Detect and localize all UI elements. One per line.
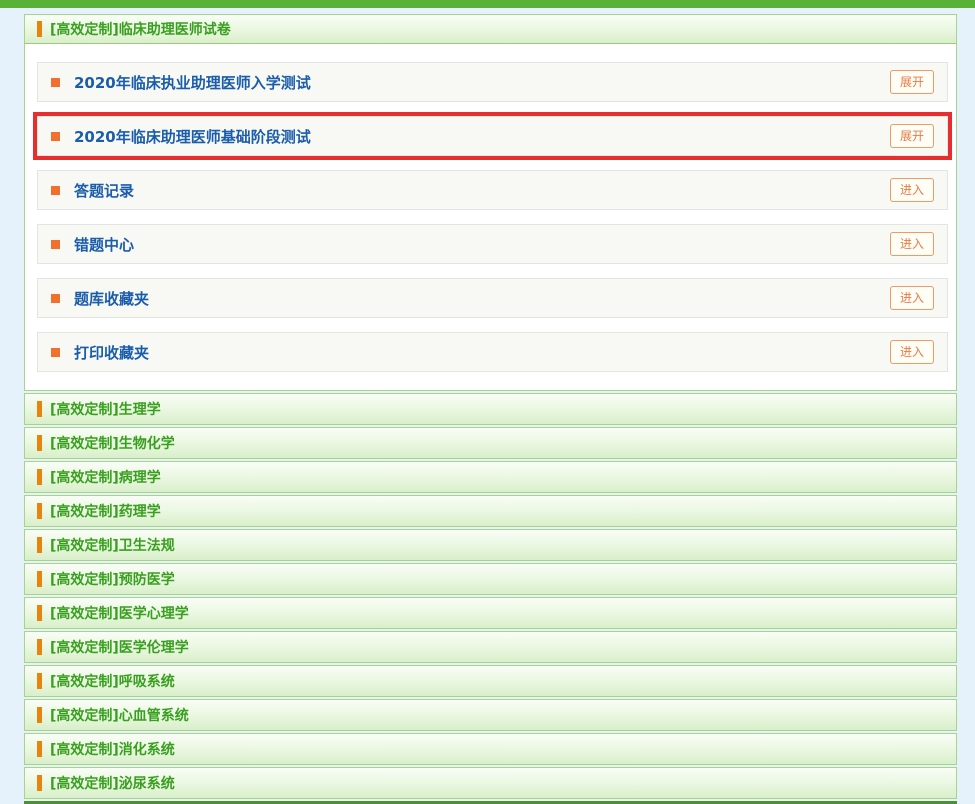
bullet-icon	[51, 348, 60, 357]
section-title: [高效定制]消化系统	[50, 739, 175, 759]
section-title: [高效定制]药理学	[50, 501, 161, 521]
section-title: [高效定制]卫生法规	[50, 535, 175, 555]
list-item-link[interactable]: 题库收藏夹	[74, 288, 149, 309]
accordion-header[interactable]: [高效定制]消化系统	[24, 733, 957, 765]
orange-marker-icon	[37, 741, 42, 757]
section-title: [高效定制]医学心理学	[50, 603, 189, 623]
orange-marker-icon	[37, 673, 42, 689]
accordion-header[interactable]: [高效定制]卫生法规	[24, 529, 957, 561]
top-accent-strip	[0, 0, 975, 8]
accordion-panel: [高效定制]临床助理医师试卷 2020年临床执业助理医师入学测试 展开 2020…	[24, 14, 957, 804]
section-title: [高效定制]预防医学	[50, 569, 175, 589]
section-title: [高效定制]临床助理医师试卷	[50, 19, 231, 39]
section-title: [高效定制]泌尿系统	[50, 773, 175, 793]
accordion-header[interactable]: [高效定制]病理学	[24, 461, 957, 493]
list-item-link[interactable]: 答题记录	[74, 180, 134, 201]
accordion-header[interactable]: [高效定制]生理学	[24, 393, 957, 425]
list-item: 2020年临床助理医师基础阶段测试 展开	[37, 116, 948, 156]
bullet-icon	[51, 240, 60, 249]
orange-marker-icon	[37, 537, 42, 553]
list-item-link[interactable]: 打印收藏夹	[74, 342, 149, 363]
section-title: [高效定制]生物化学	[50, 433, 175, 453]
row-action-button[interactable]: 展开	[890, 124, 934, 148]
section-content: 2020年临床执业助理医师入学测试 展开 2020年临床助理医师基础阶段测试 展…	[25, 44, 956, 390]
section-title: [高效定制]生理学	[50, 399, 161, 419]
orange-marker-icon	[37, 707, 42, 723]
list-item-link[interactable]: 2020年临床执业助理医师入学测试	[74, 72, 311, 93]
row-action-button[interactable]: 进入	[890, 232, 934, 256]
list-item: 题库收藏夹 进入	[37, 278, 948, 318]
accordion-header[interactable]: [高效定制]药理学	[24, 495, 957, 527]
row-action-button[interactable]: 进入	[890, 178, 934, 202]
accordion-header[interactable]: [高效定制]医学伦理学	[24, 631, 957, 663]
orange-marker-icon	[37, 469, 42, 485]
orange-marker-icon	[37, 605, 42, 621]
list-item: 错题中心 进入	[37, 224, 948, 264]
orange-marker-icon	[37, 503, 42, 519]
bullet-icon	[51, 132, 60, 141]
section-title: [高效定制]医学伦理学	[50, 637, 189, 657]
list-item: 打印收藏夹 进入	[37, 332, 948, 372]
section-title: [高效定制]心血管系统	[50, 705, 189, 725]
accordion-header[interactable]: [高效定制]呼吸系统	[24, 665, 957, 697]
orange-marker-icon	[37, 401, 42, 417]
orange-marker-icon	[37, 639, 42, 655]
section-title: [高效定制]病理学	[50, 467, 161, 487]
list-item-link[interactable]: 错题中心	[74, 234, 134, 255]
accordion-header[interactable]: [高效定制]医学心理学	[24, 597, 957, 629]
orange-marker-icon	[37, 775, 42, 791]
section-title: [高效定制]呼吸系统	[50, 671, 175, 691]
row-action-button[interactable]: 进入	[890, 286, 934, 310]
collapsed-sections: [高效定制]生理学 [高效定制]生物化学 [高效定制]病理学 [高效定制]药理学…	[24, 393, 957, 799]
bullet-icon	[51, 294, 60, 303]
accordion-header-clinical-assistant-papers[interactable]: [高效定制]临床助理医师试卷	[25, 15, 956, 44]
list-item-link[interactable]: 2020年临床助理医师基础阶段测试	[74, 126, 311, 147]
orange-marker-icon	[37, 571, 42, 587]
bullet-icon	[51, 186, 60, 195]
bullet-icon	[51, 78, 60, 87]
row-action-button[interactable]: 展开	[890, 70, 934, 94]
accordion-header[interactable]: [高效定制]泌尿系统	[24, 767, 957, 799]
orange-marker-icon	[37, 435, 42, 451]
accordion-header[interactable]: [高效定制]心血管系统	[24, 699, 957, 731]
orange-marker-icon	[37, 21, 42, 37]
expanded-section: [高效定制]临床助理医师试卷 2020年临床执业助理医师入学测试 展开 2020…	[24, 14, 957, 391]
accordion-header[interactable]: [高效定制]预防医学	[24, 563, 957, 595]
list-item: 2020年临床执业助理医师入学测试 展开	[37, 62, 948, 102]
row-action-button[interactable]: 进入	[890, 340, 934, 364]
list-item: 答题记录 进入	[37, 170, 948, 210]
accordion-header[interactable]: [高效定制]生物化学	[24, 427, 957, 459]
